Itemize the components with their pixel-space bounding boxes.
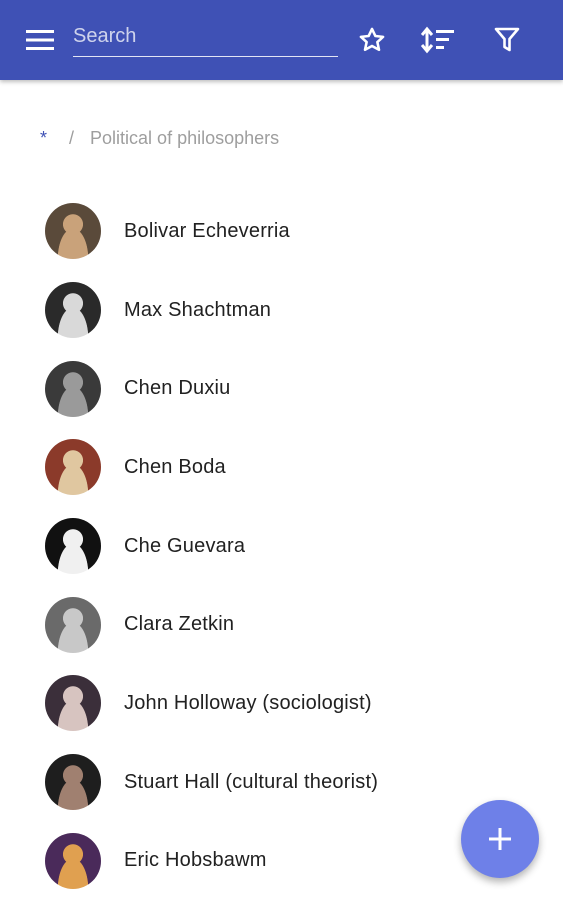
list-item-label: Max Shachtman: [124, 298, 272, 321]
favorite-button[interactable]: [352, 20, 392, 60]
search-box: [73, 16, 338, 60]
app-bar: [0, 0, 563, 80]
avatar: [45, 203, 101, 260]
menu-button[interactable]: [20, 22, 60, 58]
menu-icon: [26, 30, 54, 50]
sort-button[interactable]: [418, 20, 458, 60]
list-item-label: Che Guevara: [124, 534, 246, 557]
list-item[interactable]: John Holloway (sociologist): [0, 664, 563, 743]
breadcrumb-root-link[interactable]: *: [40, 128, 47, 149]
list-item-label: Chen Boda: [124, 455, 226, 478]
list-item-label: Stuart Hall (cultural theorist): [124, 770, 379, 793]
list-item[interactable]: Chen Boda: [0, 428, 563, 507]
list-item[interactable]: Che Guevara: [0, 507, 563, 586]
avatar: [45, 675, 101, 732]
avatar: [45, 596, 101, 653]
list-item-label: Clara Zetkin: [124, 613, 235, 636]
list-item-label: John Holloway (sociologist): [124, 691, 372, 714]
breadcrumb-current: Political of philosophers: [90, 128, 280, 148]
list-item-label: Eric Hobsbawm: [124, 849, 267, 872]
filter-button[interactable]: [487, 20, 527, 60]
breadcrumb-separator: /: [69, 128, 75, 148]
list-item[interactable]: Clara Zetkin: [0, 585, 563, 664]
list-item[interactable]: Chen Duxiu: [0, 349, 563, 428]
filter-icon: [494, 27, 520, 52]
avatar: [45, 439, 101, 496]
breadcrumb: * / Political of philosophers: [40, 128, 279, 149]
avatar: [45, 754, 101, 811]
list-item-label: Chen Duxiu: [124, 377, 231, 400]
avatar: [45, 282, 101, 339]
search-input[interactable]: [73, 16, 338, 57]
philosopher-list: Bolivar Echeverria Max Shachtman Chen Du…: [0, 192, 563, 900]
avatar: [45, 832, 101, 889]
star-outline-icon: [359, 27, 385, 52]
sort-icon: [421, 26, 454, 54]
add-button[interactable]: [461, 800, 539, 878]
list-item[interactable]: Bolivar Echeverria: [0, 192, 563, 271]
avatar: [45, 360, 101, 417]
plus-icon: [489, 828, 511, 850]
list-item-label: Bolivar Echeverria: [124, 219, 290, 242]
avatar: [45, 518, 101, 575]
list-item[interactable]: Max Shachtman: [0, 271, 563, 350]
